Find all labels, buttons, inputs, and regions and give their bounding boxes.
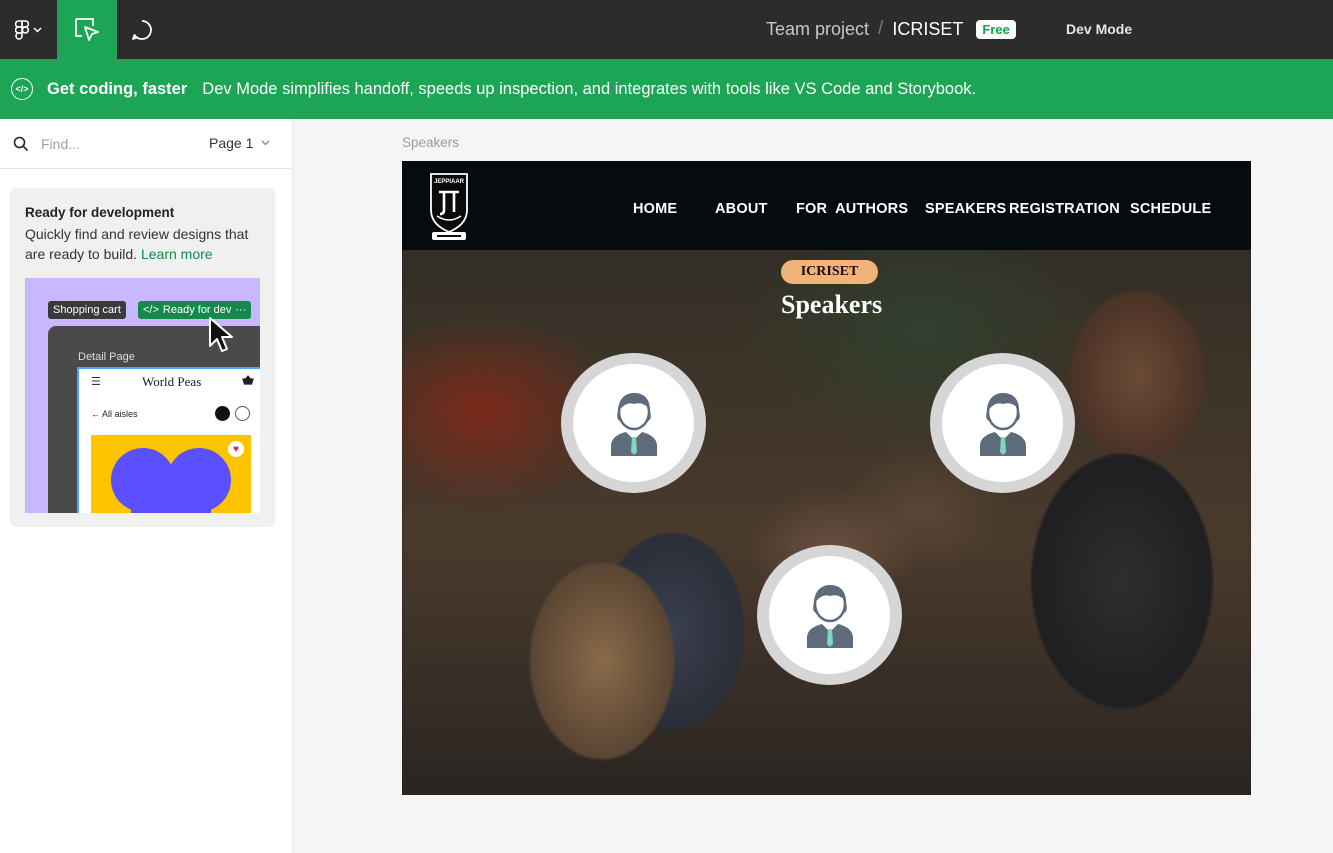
- move-tool-button[interactable]: [57, 0, 117, 59]
- nav-speakers[interactable]: SPEAKERS: [925, 201, 1006, 217]
- cursor-icon: [209, 317, 233, 352]
- chevron-down-icon: [33, 26, 42, 33]
- code-icon: </>: [11, 78, 33, 100]
- speakers-frame[interactable]: JEPPIAAR HOME ABOUT FOR AUTHORS SPEAKERS…: [402, 161, 1251, 795]
- left-panel: Page 1 Ready for development Quickly fin…: [0, 119, 293, 853]
- preview-detail-label: Detail Page: [78, 351, 135, 363]
- logo-text: JEPPIAAR: [434, 179, 465, 185]
- list-view-icon: [235, 406, 250, 421]
- preview-brand: World Peas: [142, 374, 202, 389]
- learn-more-link[interactable]: Learn more: [141, 246, 213, 262]
- comment-tool-button[interactable]: [117, 0, 167, 59]
- basket-icon: [242, 375, 254, 385]
- speaker-card-1[interactable]: [561, 353, 706, 493]
- nav-about[interactable]: ABOUT: [715, 201, 768, 217]
- speaker-card-3[interactable]: [757, 545, 902, 685]
- more-icon: ···: [235, 304, 247, 316]
- grid-view-icon: [215, 406, 230, 421]
- page-selector[interactable]: Page 1: [209, 135, 270, 151]
- team-name[interactable]: Team project: [766, 19, 869, 40]
- dev-mode-label[interactable]: Dev Mode: [1066, 21, 1132, 37]
- ready-for-dev-card: Ready for development Quickly find and r…: [10, 188, 275, 527]
- nav-home[interactable]: HOME: [633, 201, 677, 217]
- preview-tag-shopping-cart: Shopping cart: [48, 301, 126, 319]
- conference-pill: ICRISET: [781, 260, 878, 284]
- ready-card-title: Ready for development: [25, 205, 175, 220]
- chevron-down-icon: [261, 140, 270, 146]
- design-canvas[interactable]: Speakers JEPPIAAR HOME ABOUT FOR AUTHORS…: [293, 119, 1333, 853]
- user-avatar-icon: [806, 585, 853, 648]
- figma-logo-icon: [15, 19, 29, 40]
- heart-icon: ♥: [228, 441, 244, 457]
- user-avatar-icon: [979, 393, 1026, 456]
- code-icon: </>: [143, 304, 159, 316]
- preview-tag-ready-label: Ready for dev: [162, 304, 232, 316]
- hero-background-image: [402, 161, 1251, 795]
- move-tool-icon: [75, 17, 99, 41]
- site-navbar: JEPPIAAR HOME ABOUT FOR AUTHORS SPEAKERS…: [402, 161, 1251, 250]
- blob-shape: [111, 448, 231, 513]
- main-menu-button[interactable]: [0, 0, 57, 59]
- search-icon: [13, 136, 29, 152]
- nav-registration[interactable]: REGISTRATION: [1009, 201, 1120, 217]
- nav-schedule[interactable]: SCHEDULE: [1130, 201, 1211, 217]
- top-toolbar: Team project / ICRISET Free Dev Mode: [0, 0, 1333, 59]
- preview-product-image: ♥: [91, 435, 251, 513]
- page-selector-value: Page 1: [209, 135, 254, 151]
- preview-device: ☰ World Peas ← All aisles ♥: [77, 367, 260, 513]
- dev-mode-banner: </> Get coding, faster Dev Mode simplifi…: [0, 59, 1333, 119]
- frame-label[interactable]: Speakers: [402, 135, 459, 150]
- comment-icon: [132, 19, 152, 40]
- banner-text: Dev Mode simplifies handoff, speeds up i…: [202, 79, 977, 98]
- preview-back-link: ← All aisles: [91, 409, 138, 419]
- search-input[interactable]: [41, 134, 191, 154]
- user-avatar-icon: [610, 393, 657, 456]
- nav-for-authors[interactable]: FOR AUTHORS: [796, 201, 908, 217]
- ready-card-text: Quickly find and review designs that are…: [25, 226, 249, 262]
- hero-title: Speakers: [781, 290, 883, 319]
- speaker-card-2[interactable]: [930, 353, 1075, 493]
- menu-icon: ☰: [91, 376, 101, 388]
- plan-badge: Free: [976, 19, 1016, 39]
- banner-headline: Get coding, faster: [47, 79, 188, 98]
- ready-card-preview-image: Shopping cart </> Ready for dev ··· Deta…: [25, 278, 260, 513]
- file-breadcrumb: Team project / ICRISET Free: [766, 18, 1016, 40]
- ready-card-description: Quickly find and review designs that are…: [25, 224, 265, 264]
- search-row: Page 1: [0, 119, 292, 169]
- breadcrumb-separator: /: [878, 18, 884, 39]
- college-crest-logo: JEPPIAAR: [430, 173, 468, 240]
- file-name[interactable]: ICRISET: [892, 19, 963, 40]
